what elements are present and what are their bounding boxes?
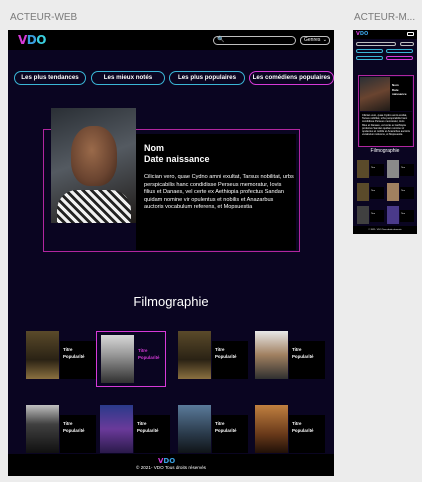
movie-popularity: Popularité (215, 428, 237, 433)
movie-poster (255, 331, 288, 379)
search-input[interactable]: 🔍 (213, 36, 296, 45)
movie-poster (26, 331, 59, 379)
mobile-genre-dropdown[interactable] (400, 42, 414, 46)
actor-birthdate: Date naissance (144, 154, 210, 164)
movie-popularity: Popularité (292, 354, 314, 359)
chevron-down-icon: ⌄ (322, 37, 327, 43)
mobile-footer-copyright: © 2021- VDO Tous droits réservés (368, 229, 402, 231)
actor-info: Nom Date naissance Cilician vero, quae C… (136, 134, 296, 250)
movie-title: Titre (292, 347, 302, 352)
web-frame-label: ACTEUR-WEB (10, 12, 78, 23)
movie-poster (26, 405, 59, 453)
movie-card[interactable]: Titre Popularité (255, 405, 325, 457)
header: VDO 🔍 Genres ⌄ (8, 30, 334, 50)
movie-title: Titre (63, 347, 73, 352)
mobile-movie-card[interactable]: Titre (387, 160, 415, 180)
movie-title: Titre (63, 421, 73, 426)
tab-trending[interactable]: Les plus tendances (14, 71, 86, 85)
mobile-actor-photo (360, 77, 390, 111)
mobile-actor-birthdate: Date naissance (392, 88, 407, 96)
movie-card[interactable]: Titre Popularité (26, 331, 96, 383)
tab-popular-actors[interactable]: Les comédiens populaires (249, 71, 334, 85)
logo[interactable]: VDO (18, 33, 46, 47)
movie-card[interactable]: Titre Popularité (178, 405, 248, 457)
tab-top-rated[interactable]: Les mieux notés (91, 71, 165, 85)
mobile-actor-name: Nom (392, 83, 399, 87)
web-frame: VDO 🔍 Genres ⌄ Les plus tendances Les mi… (8, 30, 334, 476)
movie-poster (100, 405, 133, 453)
mobile-search-input[interactable] (356, 42, 396, 46)
movie-popularity: Popularité (138, 355, 160, 360)
mobile-movie-card[interactable]: Titre (387, 183, 415, 203)
movie-popularity: Popularité (215, 354, 237, 359)
movie-card[interactable]: Titre Popularité (178, 331, 248, 383)
mobile-logo[interactable]: VDO (356, 31, 368, 37)
mobile-movie-card[interactable]: Titre (357, 206, 385, 226)
mobile-movie-card[interactable]: Titre (357, 183, 385, 203)
mobile-tab-trending[interactable] (356, 49, 383, 53)
movie-popularity: Popularité (292, 428, 314, 433)
mobile-movie-card[interactable]: Titre (357, 160, 385, 180)
movie-card[interactable]: Titre Popularité (100, 405, 170, 457)
movie-poster (178, 331, 211, 379)
footer: VDO © 2021- VDO Tous droits réservés (8, 454, 334, 476)
movie-popularity: Popularité (137, 428, 159, 433)
actor-photo (51, 108, 136, 223)
movie-card[interactable]: Titre Popularité (26, 405, 96, 457)
footer-logo[interactable]: VDO (158, 457, 175, 465)
tab-popular[interactable]: Les plus populaires (169, 71, 245, 85)
mobile-header: VDO (353, 30, 417, 39)
movie-title: Titre (215, 347, 225, 352)
movie-poster (255, 405, 288, 453)
movie-card-selected[interactable]: Titre Popularité (96, 331, 166, 387)
mobile-tab-top-rated[interactable] (386, 49, 413, 53)
movie-poster (178, 405, 211, 453)
mobile-frame-label: ACTEUR-M... (354, 12, 416, 23)
genre-dropdown[interactable]: Genres ⌄ (300, 36, 330, 45)
movie-popularity: Popularité (63, 354, 85, 359)
movie-card[interactable]: Titre Popularité (255, 331, 325, 383)
mobile-actor-biography: Cilician vero, quae Cydno amni exultat, … (360, 112, 412, 146)
mobile-movie-card[interactable]: Titre (387, 206, 415, 226)
mobile-footer: © 2021- VDO Tous droits réservés (353, 226, 417, 234)
movie-title: Titre (137, 421, 147, 426)
menu-icon[interactable] (407, 32, 414, 36)
actor-name: Nom (144, 143, 164, 153)
mobile-tab-popular[interactable] (356, 56, 383, 60)
mobile-tab-popular-actors[interactable] (386, 56, 413, 60)
search-field[interactable] (223, 37, 293, 44)
movie-title: Titre (292, 421, 302, 426)
mobile-actor-info: Nom Date naissance (390, 77, 412, 111)
footer-copyright: © 2021- VDO Tous droits réservés (136, 465, 206, 470)
movie-poster (101, 335, 134, 383)
movie-popularity: Popularité (63, 428, 85, 433)
actor-biography: Cilician vero, quae Cydno amni exultat, … (144, 174, 294, 211)
movie-title: Titre (215, 421, 225, 426)
mobile-filmography-title: Filmographie (370, 148, 400, 154)
genre-label: Genres (304, 37, 321, 43)
filmography-title: Filmographie (133, 294, 209, 309)
mobile-frame: VDO Nom Date naissance Cilician vero, qu… (353, 30, 417, 234)
category-tabs: Les plus tendances Les mieux notés Les p… (14, 71, 334, 85)
movie-title: Titre (138, 348, 148, 353)
